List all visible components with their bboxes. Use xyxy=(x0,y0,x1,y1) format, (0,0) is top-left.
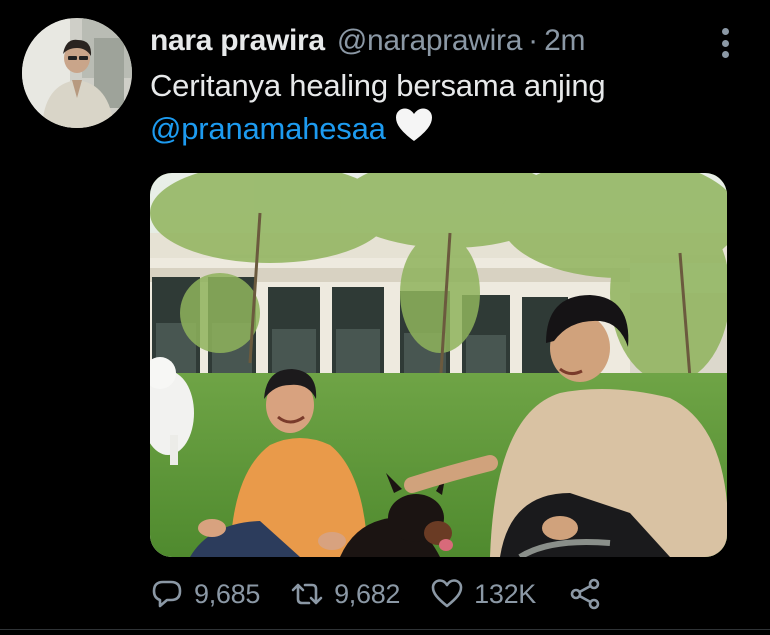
more-dot xyxy=(721,39,729,47)
more-dot xyxy=(721,51,729,58)
share-icon xyxy=(570,578,600,610)
photo-scene xyxy=(150,173,727,557)
like-button[interactable]: 132K xyxy=(430,577,536,611)
display-name[interactable]: nara prawira xyxy=(150,24,325,58)
more-dot xyxy=(721,28,729,35)
avatar-image xyxy=(22,18,132,128)
reply-count: 9,685 xyxy=(194,578,261,609)
avatar[interactable] xyxy=(22,18,132,128)
tweet[interactable]: nara prawira @naraprawira · 2m Ceritanya… xyxy=(0,0,770,635)
tweet-text: Ceritanya healing bersama anjing @pranam… xyxy=(150,64,750,154)
retweet-button[interactable]: 9,682 xyxy=(290,577,400,611)
more-options-icon[interactable] xyxy=(712,26,738,60)
reply-button[interactable]: 9,685 xyxy=(150,577,260,611)
like-count: 132K xyxy=(474,578,537,609)
reply-icon xyxy=(152,580,182,608)
separator-dot: · xyxy=(528,24,539,57)
user-handle[interactable]: @naraprawira xyxy=(337,24,523,58)
timestamp[interactable]: 2m xyxy=(544,24,585,58)
divider xyxy=(0,629,770,630)
heart-icon xyxy=(431,579,463,608)
share-button[interactable] xyxy=(568,577,602,611)
tweet-body: Ceritanya healing bersama anjing xyxy=(150,68,606,103)
tweet-photo[interactable] xyxy=(150,173,727,557)
tweet-actions: 9,685 9,682 132K xyxy=(150,574,602,614)
retweet-count: 9,682 xyxy=(334,578,401,609)
mention-link[interactable]: @pranamahesaa xyxy=(150,111,386,146)
retweet-icon xyxy=(291,583,323,605)
tweet-header: nara prawira @naraprawira · 2m xyxy=(150,24,585,64)
white-heart-icon xyxy=(394,107,434,154)
